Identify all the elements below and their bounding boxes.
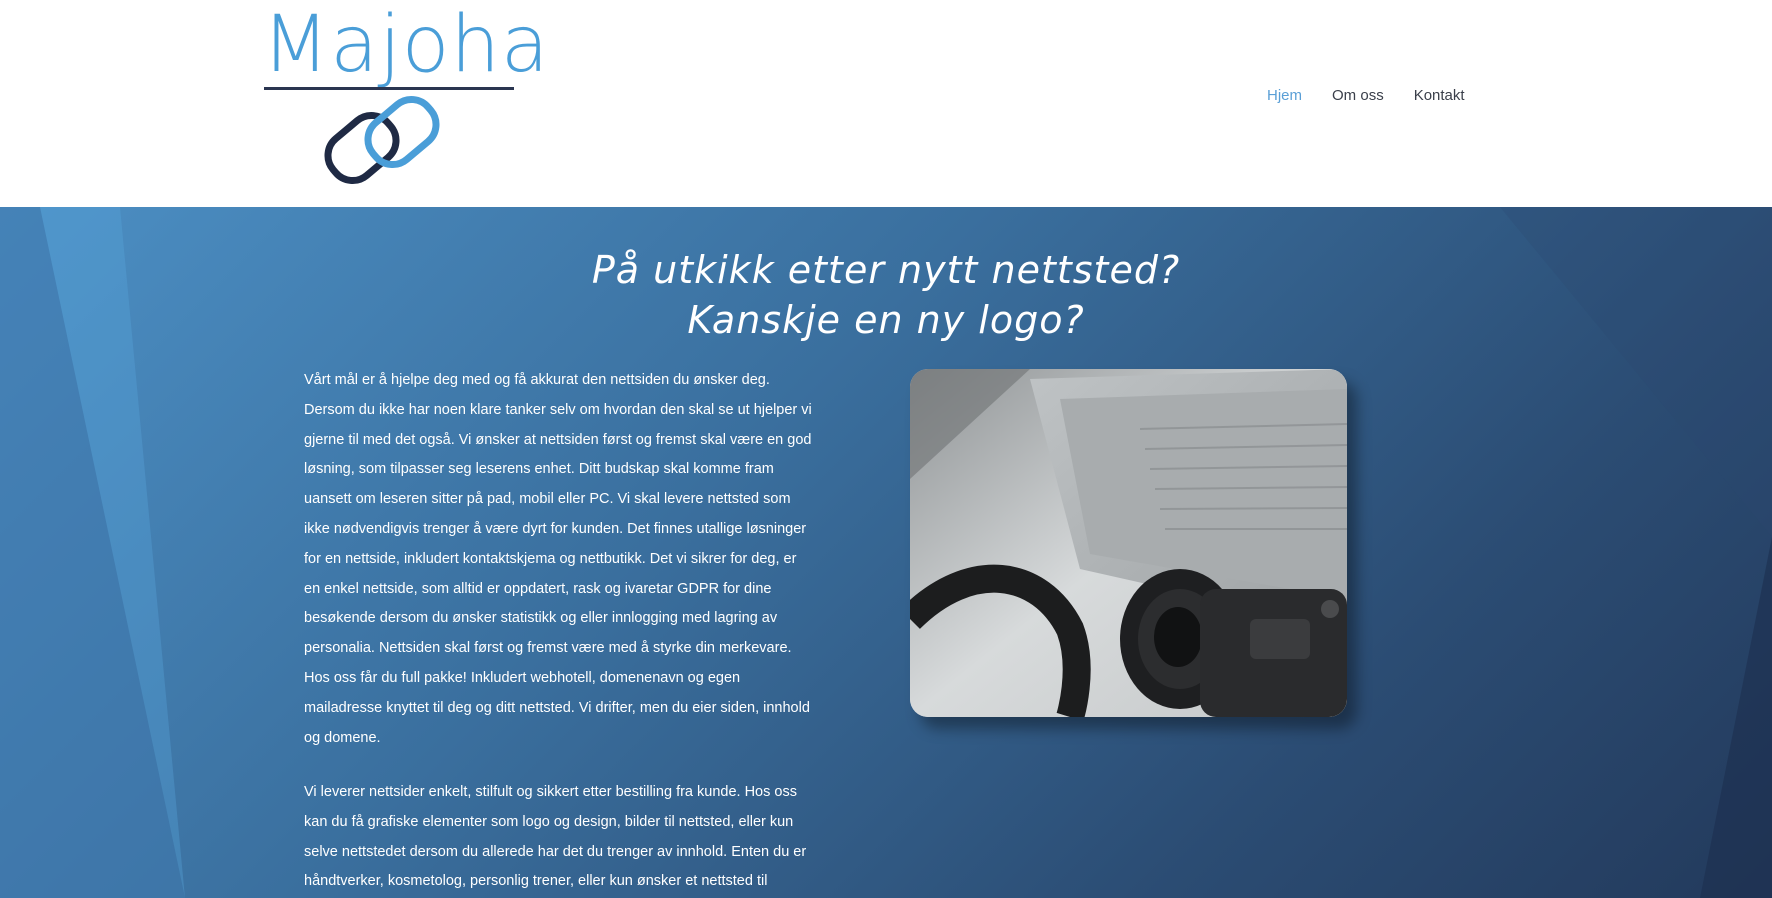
camera-laptop-photo [910, 369, 1347, 717]
nav-item-om-oss[interactable]: Om oss [1317, 84, 1399, 108]
nav-item-kontakt[interactable]: Kontakt [1399, 84, 1480, 108]
logo-wordmark: Majoha [262, 0, 550, 90]
logo-divider [264, 87, 514, 90]
main-nav: Hjem Om oss Kontakt [1252, 84, 1480, 108]
site-header: Majoha Hjem Om oss Kontakt [0, 0, 1772, 207]
services-paragraph: Vi leverer nettsider enkelt, stilfult og… [304, 784, 807, 890]
hero-section: På utkikk etter nytt nettsted? Kanskje e… [0, 207, 1772, 898]
intro-paragraph: Vårt mål er å hjelpe deg med og få akkur… [304, 372, 812, 746]
brand-logo[interactable]: Majoha [262, 0, 550, 186]
chain-links-icon [324, 95, 440, 185]
hero-title-line1: På utkikk etter nytt nettsted? [591, 248, 1181, 292]
hero-title: På utkikk etter nytt nettsted? Kanskje e… [0, 245, 1772, 345]
hero-title-line2: Kanskje en ny logo? [687, 298, 1085, 342]
photo-illustration [910, 369, 1347, 717]
nav-item-hjem[interactable]: Hjem [1252, 84, 1317, 108]
